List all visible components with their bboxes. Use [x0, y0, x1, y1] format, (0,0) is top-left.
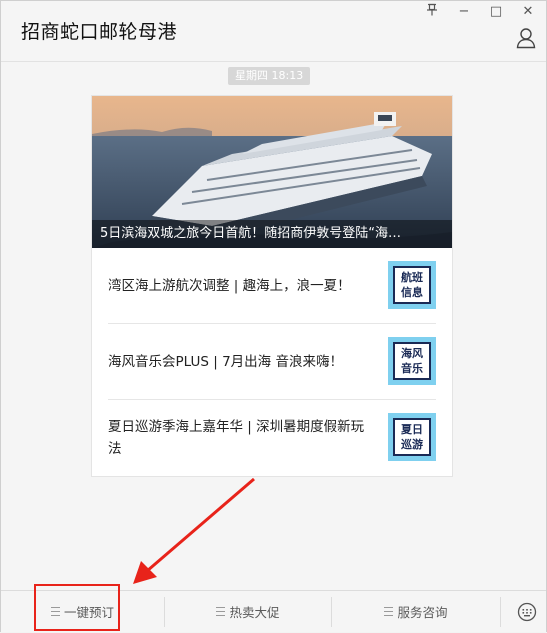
- article-list-item[interactable]: 海风音乐会PLUS | 7月出海 音浪来嗨！ 海风 音乐: [108, 324, 436, 400]
- article-card: 5日滨海双城之旅今日首航！随招商伊敦号登陆“海… 湾区海上游航次调整 | 趣海上…: [91, 95, 453, 477]
- article-title: 夏日巡游季海上嘉年华 | 深圳暑期度假新玩法: [108, 418, 365, 457]
- pin-button[interactable]: [422, 3, 442, 21]
- hamburger-icon: [216, 607, 226, 616]
- hero-article[interactable]: 5日滨海双城之旅今日首航！随招商伊敦号登陆“海…: [92, 96, 452, 248]
- menu-item-label: 服务咨询: [397, 605, 448, 620]
- thumbnail-label: 航班 信息: [393, 266, 431, 304]
- close-button[interactable]: ✕: [518, 3, 538, 21]
- maximize-icon: □: [489, 4, 503, 19]
- article-thumbnail: 航班 信息: [388, 261, 436, 309]
- maximize-button[interactable]: □: [486, 3, 506, 21]
- pin-icon: [427, 3, 437, 16]
- highlight-box: [34, 584, 120, 631]
- thumbnail-label: 夏日 巡游: [393, 418, 431, 456]
- minimize-button[interactable]: −: [454, 3, 474, 21]
- thumbnail-label: 海风 音乐: [393, 342, 431, 380]
- user-profile-button[interactable]: [516, 27, 536, 49]
- user-icon: [516, 28, 536, 49]
- article-title: 海风音乐会PLUS | 7月出海 音浪来嗨！: [108, 353, 343, 370]
- keyboard-toggle-button[interactable]: [507, 591, 546, 632]
- menu-item-hot-sale[interactable]: 热卖大促: [165, 591, 331, 632]
- menu-item-label: 热卖大促: [229, 605, 280, 620]
- title-bar: 招商蛇口邮轮母港 − □ ✕: [1, 1, 546, 62]
- keyboard-icon: [517, 602, 536, 621]
- close-icon: ✕: [522, 4, 534, 19]
- message-timestamp: 星期四 18:13: [228, 67, 311, 85]
- menu-divider: [500, 597, 501, 627]
- minimize-icon: −: [458, 4, 470, 19]
- hero-caption: 5日滨海双城之旅今日首航！随招商伊敦号登陆“海…: [92, 220, 452, 248]
- article-thumbnail: 海风 音乐: [388, 337, 436, 385]
- hamburger-icon: [384, 607, 394, 616]
- menu-item-service-inquiry[interactable]: 服务咨询: [332, 591, 500, 632]
- account-title: 招商蛇口邮轮母港: [21, 21, 178, 43]
- article-list-item[interactable]: 湾区海上游航次调整 | 趣海上，浪一夏！ 航班 信息: [108, 248, 436, 324]
- article-title: 湾区海上游航次调整 | 趣海上，浪一夏！: [108, 277, 351, 294]
- app-window: 招商蛇口邮轮母港 − □ ✕ 星期四 18:13 5日滨海双城之旅今日首航！随招…: [0, 0, 547, 632]
- article-thumbnail: 夏日 巡游: [388, 413, 436, 461]
- article-list-item[interactable]: 夏日巡游季海上嘉年华 | 深圳暑期度假新玩法 夏日 巡游: [108, 400, 436, 475]
